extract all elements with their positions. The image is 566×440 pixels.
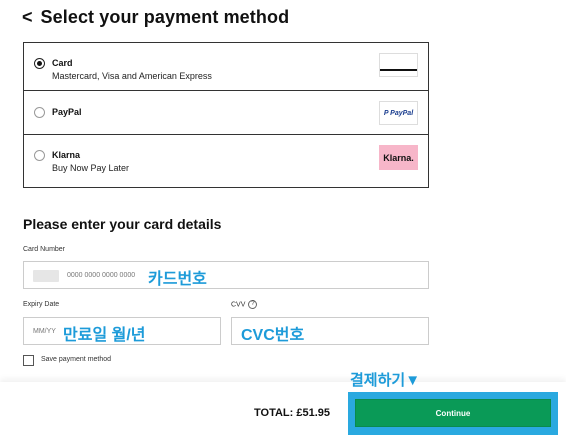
chevron-left-icon[interactable]: < bbox=[22, 8, 33, 26]
paypal-logo-icon: P PayPal bbox=[379, 101, 418, 125]
card-details-title: Please enter your card details bbox=[23, 216, 222, 232]
continue-button[interactable]: Continue bbox=[355, 399, 551, 427]
card-icon bbox=[379, 53, 418, 77]
cvv-label: CVV? bbox=[231, 300, 258, 309]
card-number-placeholder: 0000 0000 0000 0000 bbox=[67, 272, 136, 279]
payment-method-paypal[interactable]: PayPal P PayPal bbox=[24, 91, 428, 135]
page-title: Select your payment method bbox=[40, 6, 290, 27]
radio-paypal[interactable] bbox=[34, 107, 45, 118]
radio-card[interactable] bbox=[34, 58, 45, 69]
order-total: TOTAL: £51.95 bbox=[254, 407, 331, 419]
continue-annotation: 결제하기▼ bbox=[350, 372, 421, 389]
page-header: < Select your payment method bbox=[22, 4, 289, 30]
payment-methods-list: Card Mastercard, Visa and American Expre… bbox=[23, 42, 429, 188]
card-number-label: Card Number bbox=[23, 246, 66, 253]
expiry-annotation: 만료일 월/년 bbox=[63, 327, 146, 344]
card-icon bbox=[33, 270, 59, 282]
method-name: Card bbox=[52, 58, 73, 68]
klarna-logo-icon: Klarna. bbox=[379, 145, 418, 170]
expiry-label: Expiry Date bbox=[23, 301, 60, 308]
payment-method-klarna[interactable]: Klarna Buy Now Pay Later Klarna. bbox=[24, 135, 428, 187]
method-name: PayPal bbox=[52, 107, 82, 117]
expiry-placeholder: MM/YY bbox=[33, 328, 56, 335]
expiry-input[interactable]: MM/YY 만료일 월/년 bbox=[23, 317, 221, 345]
help-icon[interactable]: ? bbox=[248, 300, 258, 309]
radio-klarna[interactable] bbox=[34, 150, 45, 161]
cvv-annotation: CVC번호 bbox=[241, 327, 305, 344]
payment-method-card[interactable]: Card Mastercard, Visa and American Expre… bbox=[24, 43, 428, 91]
method-name: Klarna bbox=[52, 150, 81, 160]
card-number-annotation: 카드번호 bbox=[148, 271, 207, 288]
card-number-input[interactable]: 0000 0000 0000 0000 카드번호 bbox=[23, 261, 429, 289]
cvv-input[interactable]: CVC번호 bbox=[231, 317, 429, 345]
save-payment-checkbox[interactable] bbox=[23, 355, 34, 366]
method-subtitle: Mastercard, Visa and American Express bbox=[52, 71, 212, 81]
method-subtitle: Buy Now Pay Later bbox=[52, 163, 130, 173]
save-payment-label: Save payment method bbox=[41, 356, 112, 363]
